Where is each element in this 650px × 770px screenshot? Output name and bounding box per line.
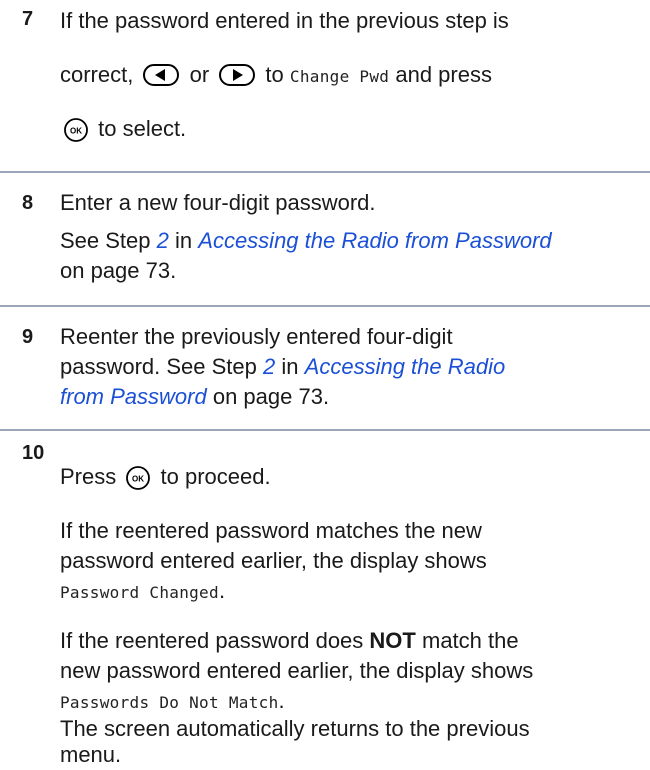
divider: [0, 171, 650, 173]
step-text-line: correct, or to Change Pwd and press: [60, 60, 492, 94]
ok-button-icon: OK: [126, 466, 151, 498]
cross-reference-link[interactable]: from Password: [60, 384, 207, 409]
svg-text:OK: OK: [70, 127, 82, 136]
step-reference-link[interactable]: 2: [263, 354, 275, 379]
step-text: new password entered earlier, the displa…: [60, 658, 534, 683]
divider: [0, 429, 650, 431]
step-text-line: See Step 2 in Accessing the Radio from P…: [60, 228, 552, 253]
cross-reference-link[interactable]: Accessing the Radio from Password: [198, 228, 551, 253]
cross-reference-link[interactable]: Accessing the Radio: [305, 354, 506, 379]
display-text: Change Pwd: [289, 67, 390, 86]
step-text: The screen automatically returns to the …: [60, 716, 530, 741]
step-number: 10: [22, 442, 45, 464]
step-text-line: from Password on page 73.: [60, 384, 330, 409]
step-reference-link[interactable]: 2: [157, 228, 169, 253]
step-number: 9: [22, 326, 34, 348]
step-text: on page 73.: [60, 258, 177, 283]
step-text-line: OK to select.: [60, 114, 186, 150]
step-text-line: Password Changed.: [60, 578, 226, 603]
step-text: Enter a new four-digit password.: [60, 190, 376, 215]
divider: [0, 305, 650, 307]
step-number: 8: [22, 192, 34, 214]
step-text: menu.: [60, 742, 122, 767]
step-text: Reenter the previously entered four-digi…: [60, 324, 453, 349]
step-text-line: Press OK to proceed.: [60, 462, 271, 498]
display-text: Password Changed: [60, 583, 219, 602]
step-text: password entered earlier, the display sh…: [60, 548, 487, 573]
emphasis-text: NOT: [369, 628, 416, 653]
right-arrow-button-icon: [219, 64, 256, 94]
display-text: Passwords Do Not Match: [60, 693, 279, 712]
step-text-line: password. See Step 2 in Accessing the Ra…: [60, 354, 506, 379]
left-arrow-button-icon: [143, 64, 180, 94]
step-text-line: If the reentered password does NOT match…: [60, 628, 519, 653]
svg-text:OK: OK: [132, 475, 144, 484]
step-number: 7: [22, 8, 34, 30]
ok-button-icon: OK: [64, 118, 88, 150]
step-text: If the password entered in the previous …: [60, 8, 509, 33]
step-text: If the reentered password matches the ne…: [60, 518, 482, 543]
